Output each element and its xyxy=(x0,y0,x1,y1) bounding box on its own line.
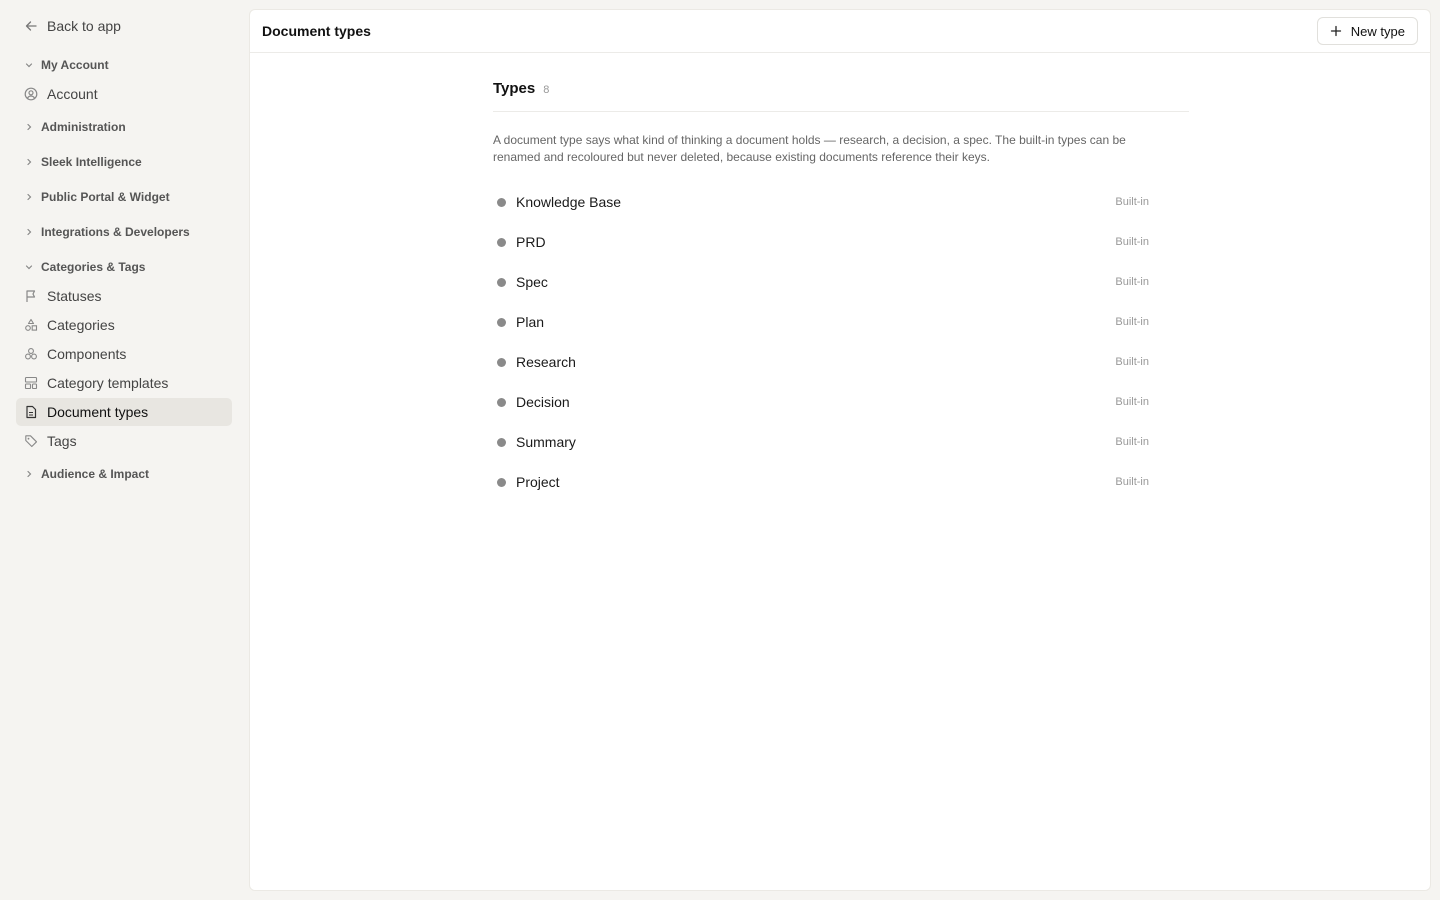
type-row-research[interactable]: Research Built-in xyxy=(493,342,1189,382)
section-label: Sleek Intelligence xyxy=(41,155,142,169)
type-list: Knowledge Base Built-in PRD Built-in Spe… xyxy=(493,182,1189,502)
type-name: Research xyxy=(516,354,576,370)
section-my-account[interactable]: My Account xyxy=(16,52,232,78)
plus-icon xyxy=(1330,25,1342,37)
chevron-right-icon xyxy=(24,157,34,167)
page-header: Document types New type xyxy=(250,10,1430,53)
boxes-icon xyxy=(24,347,38,361)
back-to-app-label: Back to app xyxy=(47,18,121,34)
type-name: Knowledge Base xyxy=(516,194,622,210)
chevron-down-icon xyxy=(24,60,34,70)
type-name: Spec xyxy=(516,274,548,290)
built-in-badge: Built-in xyxy=(1115,476,1149,488)
built-in-badge: Built-in xyxy=(1115,316,1149,328)
type-row-plan[interactable]: Plan Built-in xyxy=(493,302,1189,342)
color-dot xyxy=(497,317,506,327)
chevron-right-icon xyxy=(24,227,34,237)
type-row-prd[interactable]: PRD Built-in xyxy=(493,222,1189,262)
type-row-project[interactable]: Project Built-in xyxy=(493,462,1189,502)
settings-sidebar: Back to app My Account Account Administr… xyxy=(0,0,248,900)
section-public-portal[interactable]: Public Portal & Widget xyxy=(16,184,232,210)
section-label: Categories & Tags xyxy=(41,260,146,274)
file-text-icon xyxy=(24,405,38,419)
color-dot xyxy=(497,437,506,447)
types-count: 8 xyxy=(543,84,550,96)
section-label: Public Portal & Widget xyxy=(41,190,170,204)
sidebar-item-label: Categories xyxy=(47,317,115,333)
sidebar-item-label: Components xyxy=(47,346,127,362)
chevron-down-icon xyxy=(24,262,34,272)
types-title: Types xyxy=(493,80,536,97)
type-row-decision[interactable]: Decision Built-in xyxy=(493,382,1189,422)
color-dot xyxy=(497,277,506,287)
new-type-button[interactable]: New type xyxy=(1316,17,1418,45)
type-row-summary[interactable]: Summary Built-in xyxy=(493,422,1189,462)
color-dot xyxy=(497,357,506,367)
back-to-app-link[interactable]: Back to app xyxy=(16,10,232,42)
sidebar-item-tags[interactable]: Tags xyxy=(16,427,232,455)
chevron-right-icon xyxy=(24,122,34,132)
section-integrations[interactable]: Integrations & Developers xyxy=(16,219,232,245)
built-in-badge: Built-in xyxy=(1115,356,1149,368)
section-categories-tags[interactable]: Categories & Tags xyxy=(16,254,232,280)
page-title: Document types xyxy=(262,23,371,39)
new-type-label: New type xyxy=(1350,23,1405,39)
color-dot xyxy=(497,197,506,207)
type-name: Summary xyxy=(516,434,576,450)
sidebar-item-document-types[interactable]: Document types xyxy=(16,398,232,426)
color-dot xyxy=(497,477,506,487)
main-panel: Document types New type Types 8 A docume… xyxy=(249,9,1431,891)
sidebar-item-account[interactable]: Account xyxy=(16,80,232,108)
built-in-badge: Built-in xyxy=(1115,196,1149,208)
sidebar-item-categories[interactable]: Categories xyxy=(16,311,232,339)
chevron-right-icon xyxy=(24,192,34,202)
type-row-knowledge-base[interactable]: Knowledge Base Built-in xyxy=(493,182,1189,222)
sidebar-item-label: Tags xyxy=(47,433,77,449)
section-sleek-intelligence[interactable]: Sleek Intelligence xyxy=(16,149,232,175)
type-row-spec[interactable]: Spec Built-in xyxy=(493,262,1189,302)
color-dot xyxy=(497,397,506,407)
section-label: Integrations & Developers xyxy=(41,225,190,239)
shapes-icon xyxy=(24,318,38,332)
type-name: Plan xyxy=(516,314,545,330)
built-in-badge: Built-in xyxy=(1115,436,1149,448)
chevron-right-icon xyxy=(24,469,34,479)
types-header: Types 8 xyxy=(493,80,1189,112)
section-label: My Account xyxy=(41,58,109,72)
type-name: Decision xyxy=(516,394,570,410)
section-label: Administration xyxy=(41,120,126,134)
section-label: Audience & Impact xyxy=(41,467,150,481)
sidebar-item-category-templates[interactable]: Category templates xyxy=(16,369,232,397)
types-description: A document type says what kind of thinki… xyxy=(493,133,1126,164)
sidebar-item-label: Category templates xyxy=(47,375,169,391)
built-in-badge: Built-in xyxy=(1115,236,1149,248)
section-audience-impact[interactable]: Audience & Impact xyxy=(16,461,232,487)
layout-template-icon xyxy=(24,376,38,390)
types-section: Types 8 A document type says what kind o… xyxy=(493,80,1189,502)
type-name: Project xyxy=(516,474,560,490)
color-dot xyxy=(497,237,506,247)
section-administration[interactable]: Administration xyxy=(16,114,232,140)
tag-icon xyxy=(24,434,38,448)
built-in-badge: Built-in xyxy=(1115,276,1149,288)
sidebar-item-statuses[interactable]: Statuses xyxy=(16,282,232,310)
sidebar-item-label: Statuses xyxy=(47,288,102,304)
flag-icon xyxy=(24,289,38,303)
arrow-left-icon xyxy=(24,19,38,33)
sidebar-item-label: Document types xyxy=(47,404,149,420)
sidebar-item-components[interactable]: Components xyxy=(16,340,232,368)
built-in-badge: Built-in xyxy=(1115,396,1149,408)
sidebar-item-label: Account xyxy=(47,86,98,102)
type-name: PRD xyxy=(516,234,546,250)
user-circle-icon xyxy=(24,87,38,101)
